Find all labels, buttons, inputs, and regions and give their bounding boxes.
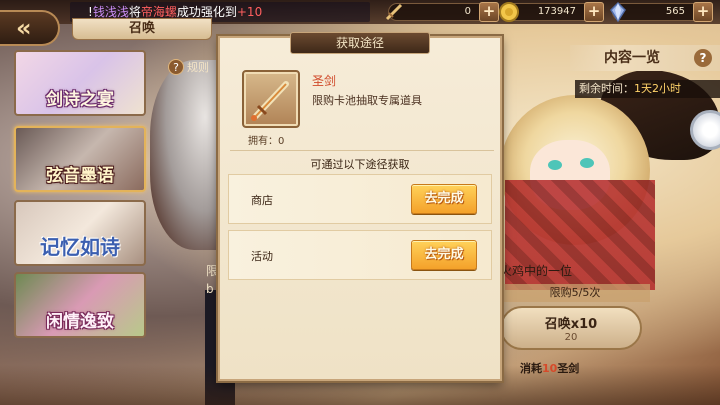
- route-name: 商店: [251, 194, 273, 207]
- item-slot: [242, 70, 300, 128]
- page-title-tab: 召唤: [72, 18, 212, 40]
- crystal-icon: [610, 1, 626, 23]
- resource-sword: 0 +: [385, 2, 499, 22]
- item-description: 限购卡池抽取专属道具: [312, 94, 422, 107]
- character-eye: [580, 158, 594, 168]
- sword-icon: [385, 3, 403, 21]
- item-name: 圣剑: [312, 74, 337, 88]
- marquee-text: 将: [128, 5, 141, 19]
- resource-value: 173947: [537, 6, 576, 17]
- add-crystal-button[interactable]: +: [693, 2, 713, 22]
- banner-desc-left-2: b: [206, 282, 214, 296]
- banner-jiyi[interactable]: 记忆如诗: [14, 200, 146, 266]
- help-icon[interactable]: ?: [694, 49, 712, 67]
- resource-value: 0: [464, 6, 471, 17]
- add-gold-button[interactable]: +: [584, 2, 604, 22]
- banner-desc-right: 火鸡中的一位: [500, 264, 573, 278]
- route-row-event: 活动 去完成: [228, 230, 492, 280]
- rules-label: 规则: [187, 61, 209, 74]
- banner-desc-left: 限: [206, 264, 219, 278]
- banner-xianqing[interactable]: 闲情逸致: [14, 272, 146, 338]
- cost-amount: 10: [542, 362, 558, 375]
- dialog-title: 获取途径: [290, 32, 430, 54]
- holy-sword-icon: [251, 81, 289, 121]
- cost-prefix: 消耗: [520, 362, 542, 375]
- route-name: 活动: [251, 250, 273, 263]
- help-icon: ?: [168, 59, 184, 75]
- summon-x10-button[interactable]: 召唤x10 20: [500, 306, 642, 350]
- owned-count: 拥有：0: [248, 136, 285, 147]
- add-sword-button[interactable]: +: [479, 2, 499, 22]
- acquire-dialog: 获取途径 拥有：0 圣剑 限购卡池抽取专属道具 可通过以下途径获取 商店 去完成…: [218, 32, 502, 381]
- marquee-player: 钱浅浅: [92, 5, 129, 19]
- character-eye: [548, 160, 562, 170]
- gold-coin-icon: [499, 2, 519, 22]
- summon-cost: 消耗10圣剑: [520, 360, 579, 376]
- banner-label: 剑诗之宴: [46, 90, 114, 110]
- content-list-label: 内容一览: [604, 50, 660, 66]
- marquee-action: 成功强化到: [176, 5, 237, 19]
- remaining-value: 1天2小时: [634, 82, 681, 95]
- resource-value: 565: [665, 6, 685, 17]
- banner-label: 弦音墨语: [46, 166, 114, 186]
- marquee-level: +10: [236, 5, 263, 19]
- go-complete-button[interactable]: 去完成: [411, 240, 477, 270]
- marquee-item: 帝海螺: [140, 5, 177, 19]
- go-complete-button[interactable]: 去完成: [411, 184, 477, 214]
- purchase-limit: 限购5/5次: [500, 284, 650, 302]
- rules-button[interactable]: ? 规则: [168, 58, 214, 78]
- summon-sub: 20: [564, 332, 578, 343]
- acquire-via-label: 可通过以下途径获取: [310, 158, 410, 171]
- route-row-shop: 商店 去完成: [228, 174, 492, 224]
- back-button[interactable]: «: [0, 10, 60, 46]
- content-list-button[interactable]: 内容一览?: [570, 45, 720, 71]
- divider: [230, 150, 494, 151]
- resource-gold: 173947 +: [499, 2, 604, 22]
- resource-crystal: 565 +: [610, 1, 713, 23]
- banner-jianshi[interactable]: 剑诗之宴: [14, 50, 146, 116]
- back-arrow-icon: «: [16, 14, 32, 42]
- summon-label: 召唤x10: [544, 317, 598, 332]
- remaining-time: 剩余时间：1天2小时: [575, 80, 720, 98]
- banner-label: 闲情逸致: [46, 312, 114, 332]
- cost-item: 圣剑: [557, 362, 580, 375]
- remaining-label: 剩余时间：: [579, 82, 634, 95]
- banner-xianyin[interactable]: 弦音墨语: [14, 126, 146, 192]
- banner-label: 记忆如诗: [40, 235, 120, 259]
